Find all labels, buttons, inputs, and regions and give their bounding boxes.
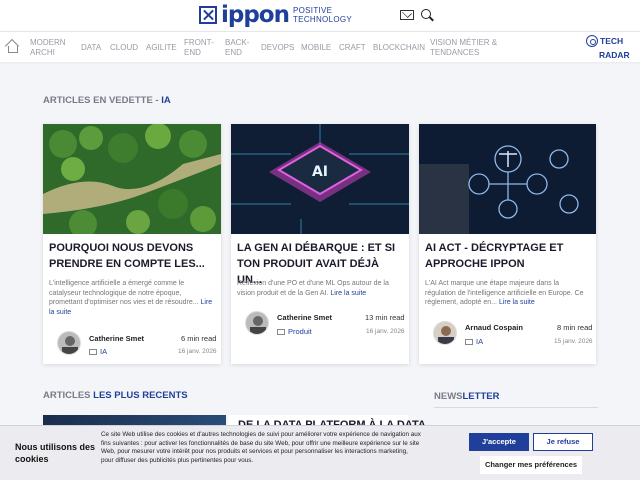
article-excerpt: Réflexion d'une PO et d'une ML Ops autou… <box>237 280 389 297</box>
nav-item-agilite[interactable]: AGILITE <box>146 43 177 53</box>
cookie-banner: Nous utilisons des cookies Ce site Web u… <box>0 425 640 480</box>
article-excerpt: L'intelligence artificielle a émergé com… <box>49 280 213 316</box>
read-time: 6 min read <box>181 334 217 343</box>
search-icon[interactable] <box>421 9 433 23</box>
accept-cookies-button[interactable]: J'accepte <box>469 433 529 451</box>
publish-date: 15 janv. 2026 <box>554 338 593 345</box>
article-excerpt: L'AI Act marque une étape majeure dans l… <box>425 280 584 306</box>
read-more-link[interactable]: Lire la suite <box>499 299 535 306</box>
avatar <box>433 321 457 345</box>
read-time: 13 min read <box>365 313 405 322</box>
radar-label-2: RADAR <box>599 50 630 60</box>
article-card[interactable]: AI ACT - DÉCRYPTAGE ET APPROCHE IPPON L'… <box>419 124 596 364</box>
logo-wordmark: ippon <box>221 2 290 28</box>
newsletter-title: NEWSLETTER <box>434 391 500 402</box>
logo-tagline-line2: TECHNOLOGY <box>293 15 353 24</box>
author-name[interactable]: Catherine Smet <box>277 313 332 322</box>
author-name[interactable]: Arnaud Cospain <box>465 323 523 332</box>
nav-item-modern-archi[interactable]: MODERN ARCHI <box>30 38 66 58</box>
read-time: 8 min read <box>557 323 593 332</box>
mail-icon[interactable] <box>400 10 414 20</box>
article-image-ai-act[interactable] <box>419 124 596 234</box>
publish-date: 16 janv. 2026 <box>366 328 405 335</box>
ippon-logo[interactable]: ippon POSITIVE TECHNOLOGY <box>199 2 352 28</box>
logo-tagline: POSITIVE TECHNOLOGY <box>293 6 352 24</box>
article-image-forest[interactable] <box>43 124 221 234</box>
recent-section-title: ARTICLES LES PLUS RECENTS <box>43 390 188 401</box>
refuse-cookies-button[interactable]: Je refuse <box>533 433 593 451</box>
featured-section-title: ARTICLES EN VEDETTE - IA <box>43 95 171 106</box>
logo-tagline-line1: POSITIVE <box>293 6 333 15</box>
cookie-title: Nous utilisons des cookies <box>15 442 96 464</box>
nav-item-cloud[interactable]: CLOUD <box>110 43 138 53</box>
article-card[interactable]: AI LA GEN AI DÉBARQUE : ET SI TON PRODUI… <box>231 124 409 364</box>
logo-mark-icon <box>199 6 217 24</box>
svg-text:AI: AI <box>312 164 328 180</box>
category-tag[interactable]: IA <box>465 337 483 346</box>
nav-item-front-end[interactable]: FRONT- END <box>184 38 214 58</box>
nav-item-mobile[interactable]: MOBILE <box>301 43 331 53</box>
cookie-preferences-button[interactable]: Changer mes préférences <box>480 456 582 474</box>
nav-item-vision-metier[interactable]: VISION MÉTIER & TENDANCES <box>430 38 497 58</box>
article-title[interactable]: AI ACT - DÉCRYPTAGE ET APPROCHE IPPON <box>425 240 591 272</box>
radar-label-1: TECH <box>600 36 624 46</box>
avatar <box>245 311 269 335</box>
nav-item-data[interactable]: DATA <box>81 43 101 53</box>
article-title[interactable]: POURQUOI NOUS DEVONS PRENDRE EN COMPTE L… <box>49 240 215 272</box>
main-nav: MODERN ARCHI DATA CLOUD AGILITE FRONT- END… <box>0 31 640 62</box>
cookie-description: Ce site Web utilise des cookies et d'aut… <box>101 431 421 464</box>
publish-date: 16 janv. 2026 <box>178 348 217 355</box>
category-tag[interactable]: IA <box>89 347 107 356</box>
top-header: ippon POSITIVE TECHNOLOGY <box>0 0 640 31</box>
article-image-ai-chip[interactable]: AI <box>231 124 409 234</box>
read-more-link[interactable]: Lire la suite <box>330 290 366 297</box>
author-name[interactable]: Catherine Smet <box>89 334 144 343</box>
article-card[interactable]: POURQUOI NOUS DEVONS PRENDRE EN COMPTE L… <box>43 124 221 364</box>
nav-item-devops[interactable]: DEVOPS <box>261 43 294 53</box>
nav-item-blockchain[interactable]: BLOCKCHAIN <box>373 43 425 53</box>
nav-item-craft[interactable]: CRAFT <box>339 43 366 53</box>
nav-item-back-end[interactable]: BACK- END <box>225 38 249 58</box>
radar-icon <box>586 35 598 47</box>
home-icon[interactable] <box>6 41 18 53</box>
avatar <box>57 331 81 355</box>
category-tag[interactable]: Produit <box>277 327 312 336</box>
newsletter-divider <box>434 407 598 408</box>
